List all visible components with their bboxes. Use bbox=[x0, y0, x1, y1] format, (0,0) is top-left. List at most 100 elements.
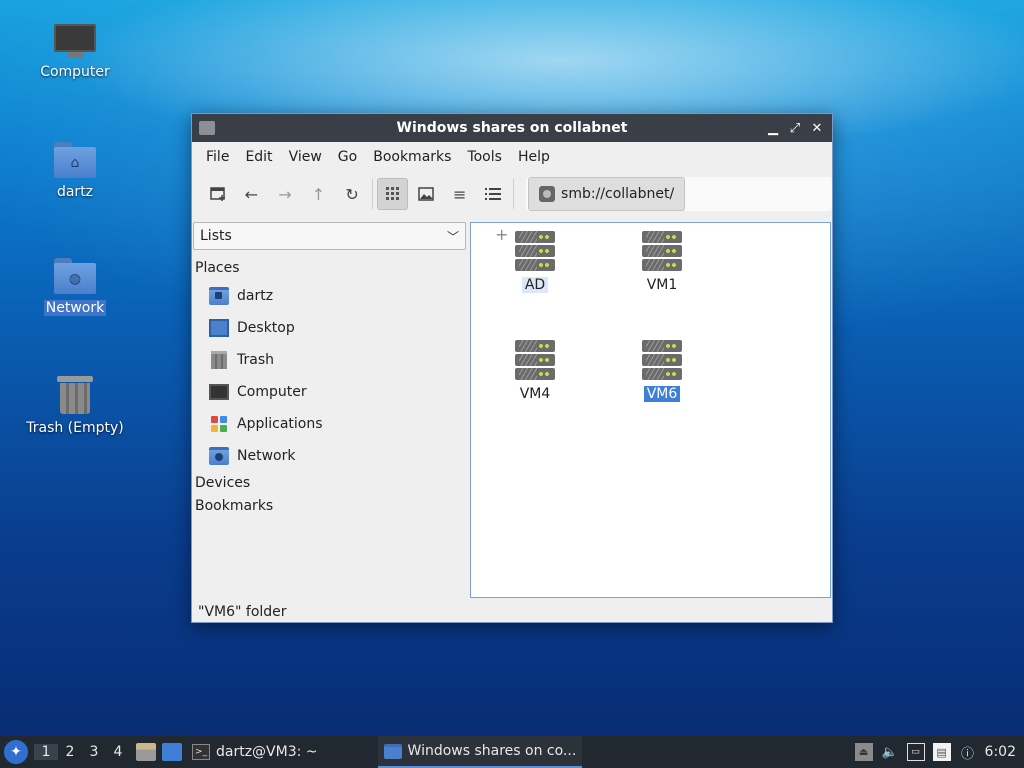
folder-icon bbox=[383, 743, 402, 759]
place-label: dartz bbox=[237, 288, 274, 304]
back-button[interactable]: ← bbox=[236, 178, 268, 210]
applications-icon bbox=[211, 416, 227, 432]
network-folder-icon bbox=[209, 447, 229, 465]
menu-tools[interactable]: Tools bbox=[459, 149, 510, 165]
desktop-icon-network[interactable]: ◍ Network bbox=[20, 258, 130, 316]
status-bar: "VM6" folder bbox=[198, 604, 287, 620]
place-label: Desktop bbox=[237, 320, 295, 336]
detailed-view-button[interactable] bbox=[478, 178, 510, 210]
share-item-label: VM1 bbox=[646, 277, 678, 293]
minimize-button[interactable]: ▁ bbox=[764, 119, 782, 137]
desktop-icon-trash[interactable]: Trash (Empty) bbox=[20, 374, 130, 436]
toolbar-separator bbox=[513, 179, 515, 209]
list-icon: ≡ bbox=[453, 184, 467, 204]
place-dartz[interactable]: dartz bbox=[192, 280, 468, 312]
place-computer[interactable]: Computer bbox=[192, 376, 468, 408]
share-item-label: VM4 bbox=[519, 386, 551, 402]
notification-icon[interactable]: ⓘ bbox=[959, 743, 977, 762]
menu-bar: File Edit View Go Bookmarks Tools Help bbox=[192, 142, 832, 172]
folder-icon-view[interactable]: + AD VM1 VM4 VM6 bbox=[470, 222, 831, 598]
places-heading[interactable]: Places bbox=[192, 257, 468, 280]
share-item-ad[interactable]: AD bbox=[490, 231, 580, 293]
clock[interactable]: 6:02 bbox=[985, 744, 1016, 760]
reload-button[interactable]: ↻ bbox=[336, 178, 368, 210]
terminal-icon: >_ bbox=[192, 744, 210, 760]
workspace-3[interactable]: 3 bbox=[82, 744, 106, 760]
share-item-vm4[interactable]: VM4 bbox=[490, 340, 580, 402]
workspace-2[interactable]: 2 bbox=[58, 744, 82, 760]
maximize-button[interactable]: ⤢ bbox=[786, 119, 804, 137]
workspace-1[interactable]: 1 bbox=[34, 744, 58, 760]
workspace-4[interactable]: 4 bbox=[106, 744, 130, 760]
bookmarks-heading[interactable]: Bookmarks bbox=[192, 495, 468, 518]
image-icon bbox=[418, 187, 434, 201]
task-label: Windows shares on co... bbox=[407, 743, 577, 759]
place-label: Network bbox=[237, 448, 296, 464]
path-bar: smb://collabnet/ bbox=[526, 177, 833, 211]
new-tab-button[interactable] bbox=[202, 178, 234, 210]
network-status-icon[interactable]: ▭ bbox=[906, 743, 925, 761]
arrow-up-icon: ↑ bbox=[311, 184, 326, 204]
volume-icon[interactable]: 🔈 bbox=[881, 743, 899, 761]
place-network[interactable]: Network bbox=[192, 440, 468, 472]
eject-icon[interactable]: ⏏ bbox=[854, 743, 873, 761]
close-button[interactable]: ✕ bbox=[808, 119, 826, 137]
compact-view-button[interactable]: ≡ bbox=[444, 178, 476, 210]
place-applications[interactable]: Applications bbox=[192, 408, 468, 440]
share-item-vm1[interactable]: VM1 bbox=[617, 231, 707, 293]
thumbnail-view-button[interactable] bbox=[410, 178, 442, 210]
new-tab-icon bbox=[210, 187, 225, 201]
computer-icon bbox=[209, 384, 229, 400]
file-cabinet-icon[interactable] bbox=[136, 743, 156, 761]
window-title: Windows shares on collabnet bbox=[396, 120, 628, 136]
computer-icon bbox=[54, 24, 96, 58]
lxqt-logo-icon: ✦ bbox=[10, 744, 22, 760]
menu-help[interactable]: Help bbox=[510, 149, 558, 165]
trash-icon bbox=[211, 351, 227, 369]
server-icon bbox=[642, 340, 682, 380]
menu-go[interactable]: Go bbox=[330, 149, 365, 165]
toolbar-separator bbox=[371, 179, 373, 209]
menu-file[interactable]: File bbox=[198, 149, 237, 165]
desktop-icon-label: dartz bbox=[56, 184, 94, 200]
start-menu-button[interactable]: ✦ bbox=[4, 740, 28, 764]
side-pane-mode-select[interactable]: Lists ﹀ bbox=[193, 222, 466, 250]
clipboard-icon[interactable]: ▤ bbox=[932, 743, 951, 761]
menu-edit[interactable]: Edit bbox=[237, 149, 280, 165]
icon-view-button[interactable] bbox=[376, 178, 409, 210]
path-label: smb://collabnet/ bbox=[561, 186, 675, 202]
arrow-left-icon: ← bbox=[244, 184, 259, 204]
desktop-icon-label: Network bbox=[43, 300, 107, 316]
path-button[interactable]: smb://collabnet/ bbox=[528, 177, 686, 211]
toolbar: ← → ↑ ↻ ≡ smb://collabnet/ bbox=[192, 172, 833, 216]
place-label: Computer bbox=[237, 384, 307, 400]
place-trash[interactable]: Trash bbox=[192, 344, 468, 376]
task-terminal[interactable]: >_ dartz@VM3: ~ bbox=[186, 736, 324, 768]
up-button[interactable]: ↑ bbox=[303, 178, 335, 210]
network-drive-icon bbox=[539, 186, 556, 202]
menu-bookmarks[interactable]: Bookmarks bbox=[365, 149, 459, 165]
desktop-icon-computer[interactable]: Computer bbox=[20, 24, 130, 80]
file-manager-window: Windows shares on collabnet ▁ ⤢ ✕ File E… bbox=[191, 113, 833, 623]
show-desktop-icon[interactable] bbox=[162, 743, 182, 761]
place-desktop[interactable]: Desktop bbox=[192, 312, 468, 344]
folder-icon bbox=[199, 121, 215, 135]
detailed-list-icon bbox=[485, 188, 502, 200]
taskbar: ✦ 1 2 3 4 >_ dartz@VM3: ~ Windows shares… bbox=[0, 736, 1024, 768]
desktop-icon-label: Trash (Empty) bbox=[26, 420, 124, 436]
server-icon bbox=[515, 340, 555, 380]
share-item-label: AD bbox=[521, 277, 549, 293]
devices-heading[interactable]: Devices bbox=[192, 472, 468, 495]
grid-icon bbox=[385, 187, 399, 200]
server-icon bbox=[642, 231, 682, 271]
place-label: Applications bbox=[237, 416, 323, 432]
server-icon bbox=[515, 231, 555, 271]
forward-button[interactable]: → bbox=[269, 178, 301, 210]
share-item-label: VM6 bbox=[643, 386, 681, 402]
desktop-icon-home[interactable]: ⌂ dartz bbox=[20, 142, 130, 200]
task-file-manager[interactable]: Windows shares on co... bbox=[377, 736, 583, 768]
title-bar[interactable]: Windows shares on collabnet ▁ ⤢ ✕ bbox=[192, 114, 832, 142]
share-item-vm6[interactable]: VM6 bbox=[617, 340, 707, 402]
menu-view[interactable]: View bbox=[281, 149, 330, 165]
trash-icon bbox=[57, 374, 93, 414]
